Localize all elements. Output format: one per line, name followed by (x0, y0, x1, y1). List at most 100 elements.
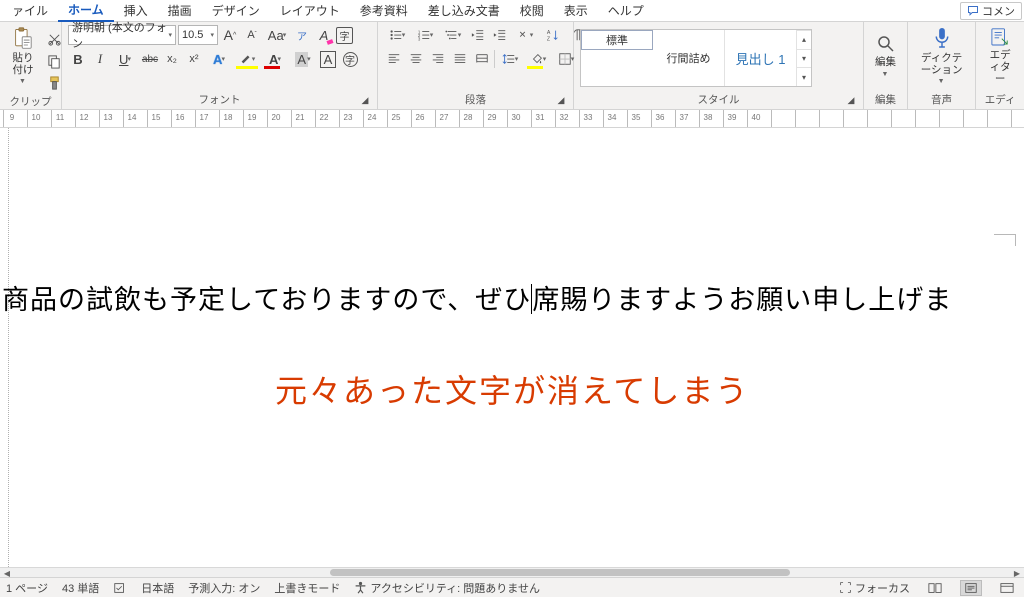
underline-button[interactable]: U▾ (112, 49, 138, 69)
multilevel-icon (445, 28, 459, 42)
line-spacing-button[interactable]: ▾ (497, 49, 523, 69)
svg-text:✕: ✕ (518, 30, 525, 40)
subscript-button[interactable]: x₂ (162, 49, 182, 69)
focus-icon (839, 581, 852, 594)
clear-format-button[interactable]: A (314, 25, 334, 45)
paste-button[interactable]: 貼り付け ▼ (6, 25, 40, 87)
justify-icon (453, 52, 467, 66)
circled-char-button[interactable]: 字 (340, 49, 360, 69)
char-border-button[interactable]: A (318, 49, 338, 69)
horizontal-scrollbar[interactable]: ◀ ▶ (0, 567, 1024, 577)
view-web-button[interactable] (996, 580, 1018, 596)
tab-insert[interactable]: 挿入 (114, 0, 158, 21)
increase-indent-button[interactable] (490, 25, 510, 45)
tab-review[interactable]: 校閲 (510, 0, 554, 21)
print-layout-icon (964, 582, 978, 594)
bullets-button[interactable]: ▾ (384, 25, 410, 45)
bold-button[interactable]: B (68, 49, 88, 69)
dialog-launcher-icon[interactable]: ◢ (359, 95, 371, 107)
view-print-button[interactable] (960, 580, 982, 596)
tab-view[interactable]: 表示 (554, 0, 598, 21)
text-direction-icon: ✕ (517, 28, 531, 42)
align-right-button[interactable] (428, 49, 448, 69)
chevron-down-icon: ▼ (19, 78, 26, 85)
grow-font-button[interactable]: A^ (220, 25, 240, 45)
style-nospace[interactable]: 行間詰め (653, 30, 725, 86)
chevron-down-icon[interactable]: ▾ (797, 49, 811, 68)
tab-design[interactable]: デザイン (202, 0, 270, 21)
status-accessibility[interactable]: アクセシビリティ: 問題ありません (354, 580, 540, 596)
group-paragraph: ▾ 123▾ ▾ ✕▾ AZ ▾ ▾ ▾ 段落◢ (378, 22, 574, 109)
status-words[interactable]: 43 単語 (62, 580, 99, 596)
shrink-font-button[interactable]: Aˇ (242, 25, 262, 45)
numbering-icon: 123 (417, 28, 431, 42)
font-size-select[interactable]: 10.5▾ (178, 25, 218, 45)
status-spellcheck-icon[interactable] (113, 581, 127, 595)
view-read-button[interactable] (924, 580, 946, 596)
italic-button[interactable]: I (90, 49, 110, 69)
bucket-icon (530, 52, 544, 66)
strike-button[interactable]: abc (140, 49, 160, 69)
status-lang[interactable]: 日本語 (141, 580, 174, 596)
format-painter-button[interactable] (44, 73, 64, 93)
style-gallery-scroll[interactable]: ▴ ▾ ▾ (797, 30, 811, 86)
sort-button[interactable]: AZ (540, 25, 566, 45)
chevron-down-icon: ▼ (882, 71, 889, 78)
ruby-button[interactable]: ア (292, 25, 312, 45)
align-center-icon (409, 52, 423, 66)
sort-icon: AZ (546, 28, 560, 42)
font-color-button[interactable]: A▾ (262, 49, 288, 69)
line-spacing-icon (502, 52, 516, 66)
style-heading1[interactable]: 見出し 1 (725, 30, 797, 86)
tab-references[interactable]: 参考資料 (350, 0, 418, 21)
gallery-expand-icon[interactable]: ▾ (797, 67, 811, 86)
editing-button[interactable]: 編集 ▼ (869, 25, 903, 87)
superscript-button[interactable]: x² (184, 49, 204, 69)
status-page[interactable]: 1 ページ (6, 580, 48, 596)
numbering-button[interactable]: 123▾ (412, 25, 438, 45)
document-area[interactable]: 商品の試飲も予定しておりますので、ぜひ席賜りますようお願い申し上げま 元々あった… (0, 128, 1024, 569)
chevron-up-icon[interactable]: ▴ (797, 30, 811, 49)
change-case-button[interactable]: Aa▾ (264, 25, 290, 45)
tab-help[interactable]: ヘルプ (598, 0, 654, 21)
dialog-launcher-icon[interactable]: ◢ (555, 95, 567, 107)
editor-button[interactable]: エディター (982, 25, 1018, 87)
status-overwrite[interactable]: 上書きモード (274, 580, 340, 596)
copy-button[interactable] (44, 51, 64, 71)
cut-button[interactable] (44, 29, 64, 49)
ruler[interactable]: 9101112131415161718192021222324252627282… (0, 110, 1024, 128)
indent-icon (493, 28, 507, 42)
font-name-value: 游明朝 (本文のフォン (72, 19, 168, 51)
text-effects-button[interactable]: A▾ (206, 49, 232, 69)
distribute-button[interactable] (472, 49, 492, 69)
font-name-select[interactable]: 游明朝 (本文のフォン▾ (68, 25, 176, 45)
group-editor: エディター エディ (976, 22, 1024, 109)
char-shading-button[interactable]: A▾ (290, 49, 316, 69)
decrease-indent-button[interactable] (468, 25, 488, 45)
tab-mailings[interactable]: 差し込み文書 (418, 0, 510, 21)
tab-file[interactable]: ァイル (2, 0, 58, 21)
group-clipboard: 貼り付け ▼ クリップボード◢ (0, 22, 62, 109)
status-focus[interactable]: フォーカス (839, 580, 910, 596)
search-icon (876, 34, 896, 54)
multilevel-button[interactable]: ▾ (440, 25, 466, 45)
align-center-button[interactable] (406, 49, 426, 69)
justify-button[interactable] (450, 49, 470, 69)
scrollbar-thumb[interactable] (330, 569, 790, 576)
highlight-button[interactable]: ▾ (234, 49, 260, 69)
distribute-icon (475, 52, 489, 66)
outdent-icon (471, 28, 485, 42)
tab-layout[interactable]: レイアウト (270, 0, 350, 21)
style-normal[interactable]: 標準 (581, 30, 653, 50)
document-text[interactable]: 商品の試飲も予定しておりますので、ぜひ席賜りますようお願い申し上げま (2, 278, 1020, 317)
dialog-launcher-icon[interactable]: ◢ (845, 95, 857, 107)
borders-icon (558, 52, 572, 66)
status-predict[interactable]: 予測入力: オン (188, 580, 260, 596)
enclose-button[interactable]: 字 (336, 27, 353, 44)
shading-button[interactable]: ▾ (525, 49, 551, 69)
text-direction-button[interactable]: ✕▾ (512, 25, 538, 45)
tab-draw[interactable]: 描画 (158, 0, 202, 21)
comment-button[interactable]: コメン (960, 2, 1022, 20)
dictation-button[interactable]: ディクテーション ▼ (914, 25, 969, 87)
align-left-button[interactable] (384, 49, 404, 69)
